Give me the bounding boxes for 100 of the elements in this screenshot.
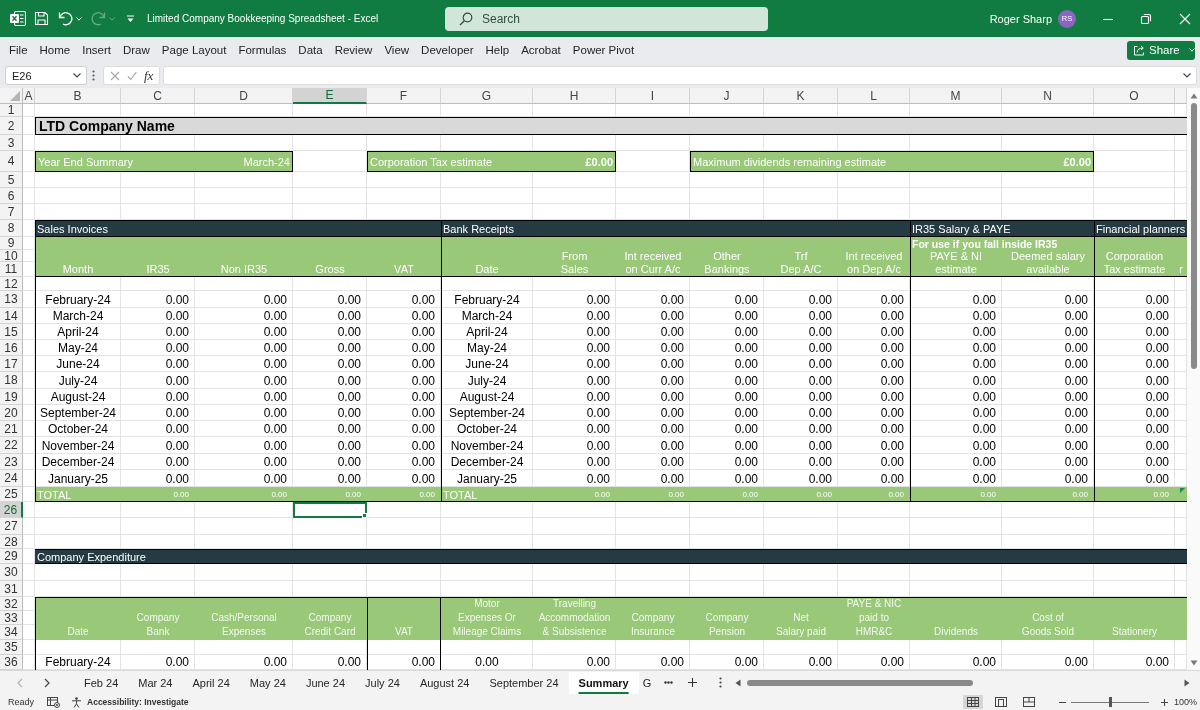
- row-header[interactable]: 12: [0, 277, 23, 291]
- row-header[interactable]: 4: [0, 151, 23, 172]
- caret-icon[interactable]: [126, 14, 135, 23]
- sheet-tab[interactable]: May 24: [239, 671, 296, 694]
- row-header[interactable]: 5: [0, 172, 23, 188]
- row-header[interactable]: 29: [0, 549, 23, 564]
- left-arrow-icon[interactable]: [735, 678, 742, 687]
- ribbon-tab[interactable]: Acrobat: [521, 44, 561, 56]
- row-header[interactable]: 10: [0, 250, 23, 262]
- row-header[interactable]: 1: [0, 104, 23, 117]
- row-header[interactable]: 3: [0, 135, 23, 151]
- name-box[interactable]: E26: [5, 66, 87, 85]
- row-header[interactable]: 14: [0, 308, 23, 324]
- row-header[interactable]: 28: [0, 535, 23, 549]
- sheet-tab[interactable]: July 24: [355, 671, 410, 694]
- row-header[interactable]: 26: [0, 502, 23, 518]
- accessibility-status[interactable]: Accessibility: Investigate: [87, 697, 189, 707]
- ribbon-tab[interactable]: View: [384, 44, 410, 56]
- column-header[interactable]: H: [533, 88, 616, 104]
- horizontal-ellipsis-icon[interactable]: [664, 681, 674, 684]
- column-header[interactable]: L: [838, 88, 910, 104]
- ribbon-tab[interactable]: Home: [39, 44, 71, 56]
- column-header[interactable]: B: [35, 88, 121, 104]
- vertical-ellipsis-icon[interactable]: [719, 677, 723, 688]
- plus-icon[interactable]: [688, 678, 698, 687]
- plus-icon[interactable]: [1160, 698, 1168, 706]
- sheet-tab[interactable]: Mar 24: [128, 671, 183, 694]
- ribbon-tab[interactable]: Formulas: [238, 44, 287, 56]
- ribbon-tab[interactable]: Data: [298, 44, 323, 56]
- restore-icon[interactable]: [1140, 12, 1152, 25]
- row-header[interactable]: 21: [0, 421, 23, 437]
- accessibility-icon[interactable]: [71, 696, 82, 708]
- search-field[interactable]: Search: [445, 6, 768, 31]
- sheet-tab[interactable]: June 24: [295, 671, 356, 694]
- up-arrow-icon[interactable]: [1189, 93, 1198, 99]
- scrollbar-thumb[interactable]: [747, 679, 974, 686]
- sheet-tab[interactable]: Feb 24: [74, 671, 129, 694]
- right-arrow-icon[interactable]: [1184, 678, 1190, 687]
- macro-record-icon[interactable]: [47, 696, 60, 708]
- row-header[interactable]: 17: [0, 356, 23, 372]
- column-header[interactable]: G: [441, 88, 533, 104]
- row-header[interactable]: 25: [0, 487, 23, 502]
- zoom-slider-thumb[interactable]: [1108, 697, 1112, 707]
- insert-function-button[interactable]: fx: [144, 67, 154, 84]
- row-header[interactable]: 33: [0, 611, 23, 625]
- row-header[interactable]: 16: [0, 340, 23, 356]
- column-header[interactable]: E: [293, 88, 367, 104]
- row-header[interactable]: 34: [0, 625, 23, 640]
- column-header[interactable]: D: [195, 88, 293, 104]
- checkmark-icon[interactable]: [126, 70, 137, 81]
- column-header[interactable]: K: [764, 88, 838, 104]
- active-cell-outline[interactable]: [293, 502, 367, 518]
- row-header[interactable]: 35: [0, 640, 23, 655]
- ribbon-tab[interactable]: Draw: [123, 44, 150, 56]
- ribbon-tab[interactable]: Power Pivot: [572, 44, 635, 56]
- caret-icon[interactable]: [1183, 73, 1191, 78]
- undo-button[interactable]: [58, 11, 82, 26]
- row-header[interactable]: 7: [0, 204, 23, 220]
- row-header[interactable]: 27: [0, 518, 23, 535]
- column-header[interactable]: J: [690, 88, 764, 104]
- normal-view-button[interactable]: [962, 695, 983, 709]
- row-header[interactable]: 24: [0, 470, 23, 487]
- down-arrow-icon[interactable]: [1189, 660, 1198, 666]
- row-header[interactable]: 23: [0, 454, 23, 470]
- column-header[interactable]: A: [23, 88, 35, 104]
- row-header[interactable]: 11: [0, 262, 23, 277]
- sheet-tab[interactable]: August 24: [409, 671, 480, 694]
- row-header[interactable]: 13: [0, 291, 23, 308]
- share-button[interactable]: Share: [1127, 40, 1195, 60]
- row-header[interactable]: 6: [0, 188, 23, 204]
- row-header[interactable]: 8: [0, 220, 23, 237]
- column-header[interactable]: C: [121, 88, 195, 104]
- row-header[interactable]: 9: [0, 237, 23, 250]
- sheet-tab[interactable]: September 24: [479, 671, 569, 694]
- sheet-tab[interactable]: G: [638, 671, 656, 694]
- row-header[interactable]: 36: [0, 655, 23, 670]
- save-button[interactable]: [34, 11, 49, 26]
- scrollbar-thumb[interactable]: [1190, 103, 1197, 369]
- row-header[interactable]: 32: [0, 597, 23, 611]
- row-header[interactable]: 20: [0, 405, 23, 421]
- spreadsheet-app-icon[interactable]: [10, 10, 26, 27]
- close-icon[interactable]: [1179, 12, 1191, 25]
- zoom-percentage[interactable]: 100%: [1173, 697, 1197, 707]
- ribbon-tab[interactable]: Review: [334, 44, 373, 56]
- row-header[interactable]: 22: [0, 437, 23, 454]
- sheet-tab[interactable]: Summary: [568, 671, 639, 694]
- row-header[interactable]: 19: [0, 389, 23, 405]
- column-header[interactable]: M: [910, 88, 1002, 104]
- column-header[interactable]: N: [1002, 88, 1094, 104]
- row-header[interactable]: 30: [0, 564, 23, 581]
- column-header[interactable]: F: [367, 88, 441, 104]
- ribbon-tab[interactable]: File: [9, 44, 28, 56]
- ribbon-tab[interactable]: Developer: [421, 44, 474, 56]
- vertical-scrollbar[interactable]: [1187, 88, 1200, 670]
- row-header[interactable]: 15: [0, 324, 23, 340]
- ribbon-tab[interactable]: Page Layout: [161, 44, 227, 56]
- ribbon-tab[interactable]: Help: [485, 44, 510, 56]
- column-header[interactable]: O: [1094, 88, 1175, 104]
- formula-input-field[interactable]: [163, 66, 1197, 85]
- column-header[interactable]: I: [616, 88, 690, 104]
